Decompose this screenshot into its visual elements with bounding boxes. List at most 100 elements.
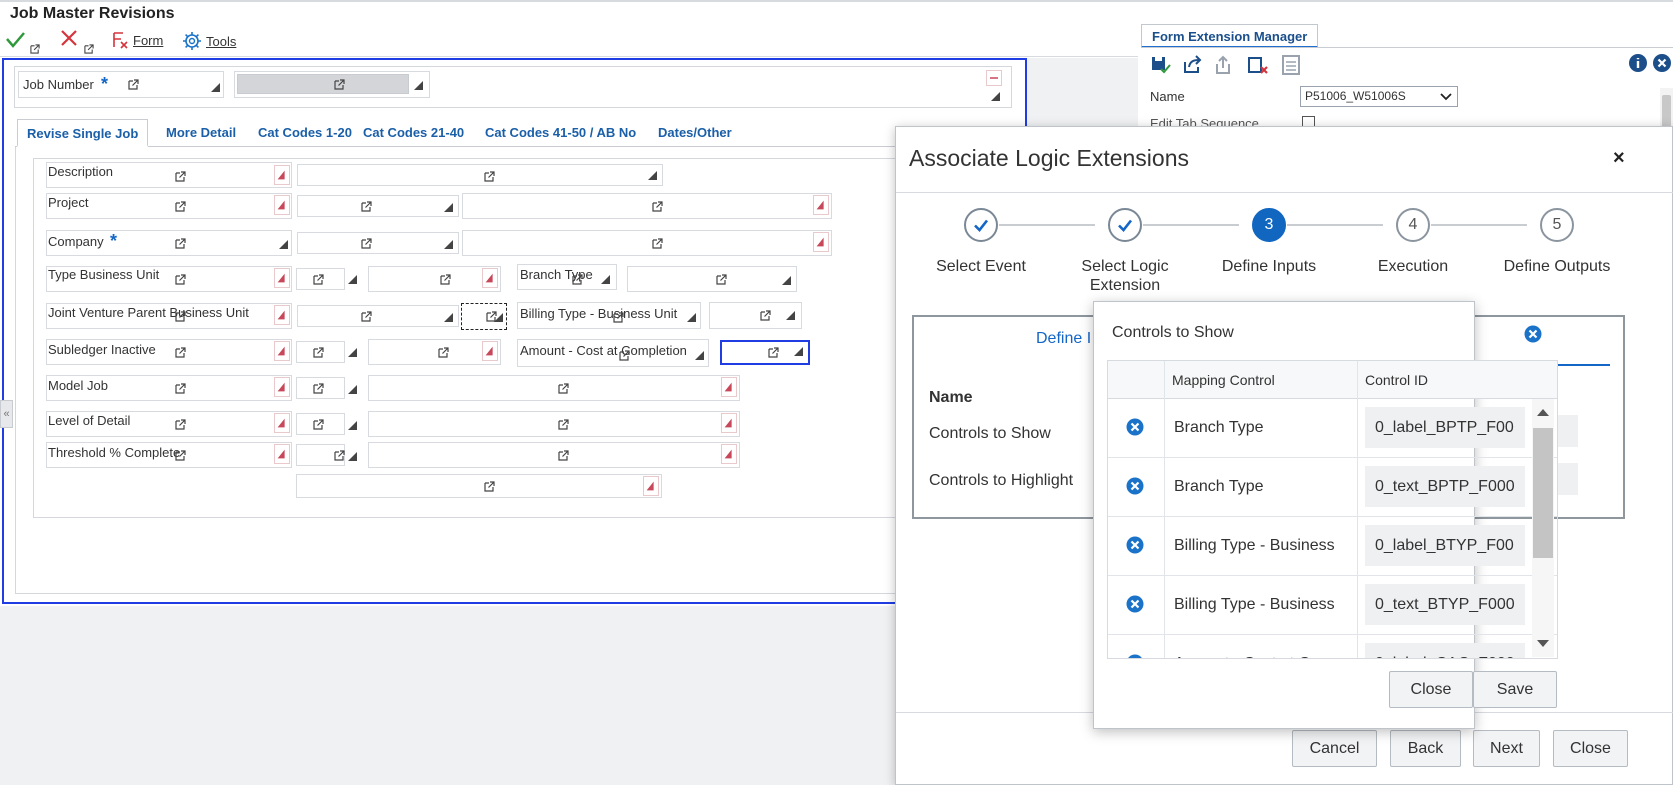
remove-row-icon[interactable] <box>1126 477 1144 495</box>
popout-icon[interactable] <box>334 450 345 461</box>
fem-name-select[interactable]: P51006_W51006S <box>1300 86 1458 107</box>
popout-icon[interactable] <box>175 347 186 358</box>
resize-handle-icon[interactable] <box>348 452 357 461</box>
tab-form-extension-manager[interactable]: Form Extension Manager <box>1141 24 1319 48</box>
tab-cat-codes-41-50[interactable]: Cat Codes 41-50 / AB No <box>476 119 645 147</box>
popout-icon[interactable] <box>175 383 186 394</box>
red-tag-icon[interactable] <box>274 413 290 433</box>
popout-icon[interactable] <box>768 347 779 358</box>
popout-icon[interactable] <box>361 201 372 212</box>
red-tag-icon[interactable] <box>274 165 290 185</box>
red-tag-icon[interactable] <box>274 377 290 397</box>
resize-handle-icon[interactable] <box>348 275 357 284</box>
resize-handle-icon[interactable] <box>348 348 357 357</box>
popout-icon[interactable] <box>438 347 449 358</box>
remove-row-icon[interactable] <box>1126 418 1144 436</box>
red-tag-icon[interactable] <box>721 413 737 433</box>
info-icon[interactable] <box>1628 53 1648 73</box>
red-tag-icon[interactable] <box>274 305 290 325</box>
resize-handle-icon[interactable] <box>991 92 1000 101</box>
resize-handle-icon[interactable] <box>444 240 453 249</box>
popout-icon[interactable] <box>652 201 663 212</box>
popout-icon[interactable] <box>572 274 583 285</box>
extra-input[interactable] <box>296 474 662 498</box>
controls-to-highlight-label[interactable]: Controls to Highlight <box>929 472 1073 490</box>
resize-handle-icon[interactable] <box>211 83 220 92</box>
form-list-icon[interactable] <box>1281 54 1303 76</box>
popout-icon[interactable] <box>440 274 451 285</box>
step-select-event[interactable] <box>964 208 998 242</box>
tab-define-inputs[interactable]: Define I <box>1036 330 1091 348</box>
popout-icon[interactable] <box>175 238 186 249</box>
resize-handle-icon[interactable] <box>494 313 503 322</box>
resize-handle-icon[interactable] <box>648 171 657 180</box>
delete-extension-icon[interactable] <box>1246 54 1270 76</box>
popout-icon[interactable] <box>558 419 569 430</box>
close-button[interactable]: Close <box>1553 730 1628 767</box>
close-dialog-icon[interactable]: × <box>1613 147 1625 170</box>
popout-icon[interactable] <box>313 274 324 285</box>
resize-handle-icon[interactable] <box>601 275 610 284</box>
step-define-outputs[interactable]: 5 <box>1540 208 1574 242</box>
resize-handle-icon[interactable] <box>782 276 791 285</box>
resize-handle-icon[interactable] <box>348 385 357 394</box>
description-input[interactable] <box>297 164 663 186</box>
popout-icon[interactable] <box>619 350 630 361</box>
popout-icon[interactable] <box>716 274 727 285</box>
red-tag-icon[interactable] <box>274 195 290 215</box>
project-input[interactable] <box>297 195 459 217</box>
red-tag-icon[interactable] <box>721 377 737 397</box>
remove-row-icon[interactable] <box>1126 654 1144 659</box>
resize-handle-icon[interactable] <box>444 203 453 212</box>
step-define-inputs[interactable]: 3 <box>1252 208 1286 242</box>
popout-icon[interactable] <box>558 450 569 461</box>
company-input[interactable] <box>297 232 459 254</box>
next-button[interactable]: Next <box>1473 730 1540 767</box>
popout-icon[interactable] <box>313 419 324 430</box>
red-tag-icon[interactable] <box>721 444 737 464</box>
collapse-header-button[interactable] <box>986 70 1002 86</box>
cancel-button[interactable]: Cancel <box>1292 730 1377 767</box>
save-extension-icon[interactable] <box>1150 54 1172 76</box>
red-tag-icon[interactable] <box>813 232 829 252</box>
popout-icon[interactable] <box>175 311 186 322</box>
tab-more-detail[interactable]: More Detail <box>157 119 245 147</box>
popout-icon[interactable] <box>334 79 345 90</box>
popout-icon[interactable] <box>613 312 624 323</box>
resize-handle-icon[interactable] <box>348 421 357 430</box>
controls-to-show-value[interactable] <box>1558 415 1578 447</box>
share-icon[interactable] <box>1182 54 1204 76</box>
tab-cat-codes-1-20[interactable]: Cat Codes 1-20 <box>249 119 361 147</box>
popout-icon[interactable] <box>760 310 771 321</box>
popout-icon[interactable] <box>175 419 186 430</box>
resize-handle-icon[interactable] <box>687 313 696 322</box>
controls-to-highlight-value[interactable] <box>1558 463 1578 495</box>
tools-menu-button[interactable]: Tools <box>182 31 236 51</box>
popout-icon[interactable] <box>361 311 372 322</box>
tab-dates-other[interactable]: Dates/Other <box>649 119 741 147</box>
red-tag-icon[interactable] <box>482 341 498 361</box>
popout-icon[interactable] <box>558 383 569 394</box>
close-popup-icon[interactable] <box>1524 325 1542 343</box>
resize-handle-icon[interactable] <box>794 347 803 356</box>
table-scrollbar-thumb[interactable] <box>1533 428 1553 558</box>
red-tag-icon[interactable] <box>482 268 498 288</box>
scroll-up-icon[interactable] <box>1536 407 1550 417</box>
popout-icon[interactable] <box>175 171 186 182</box>
joint-venture-input[interactable] <box>297 305 459 327</box>
popout-icon[interactable] <box>313 347 324 358</box>
popout-icon[interactable] <box>175 450 186 461</box>
red-tag-icon[interactable] <box>274 268 290 288</box>
remove-row-icon[interactable] <box>1126 595 1144 613</box>
tab-revise-single-job[interactable]: Revise Single Job <box>17 119 149 147</box>
red-tag-icon[interactable] <box>274 444 290 464</box>
close-fem-icon[interactable] <box>1652 53 1672 73</box>
remove-row-icon[interactable] <box>1126 536 1144 554</box>
form-menu-button[interactable]: Form <box>111 31 163 49</box>
expand-panel-handle[interactable]: « <box>0 400 13 428</box>
popup-close-button[interactable]: Close <box>1389 671 1473 708</box>
back-button[interactable]: Back <box>1390 730 1461 767</box>
tab-cat-codes-21-40[interactable]: Cat Codes 21-40 <box>354 119 473 147</box>
popout-icon[interactable] <box>175 201 186 212</box>
scroll-down-icon[interactable] <box>1536 639 1550 649</box>
